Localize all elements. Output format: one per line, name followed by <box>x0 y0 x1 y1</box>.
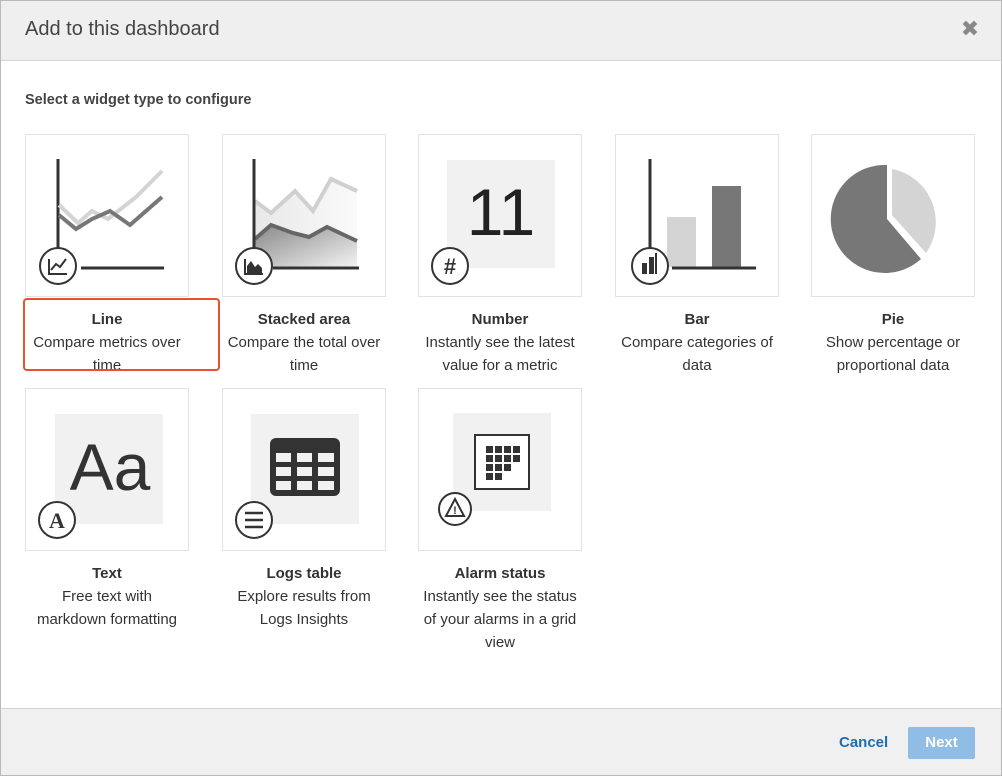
widget-description: Compare categories of data <box>621 334 773 374</box>
widget-type-prompt: Select a widget type to configure <box>25 92 252 108</box>
widget-label-bar[interactable]: Bar Compare categories of data <box>597 308 797 377</box>
widget-label-number[interactable]: Number Instantly see the latest value fo… <box>400 308 600 377</box>
widget-tile-logs-table[interactable] <box>222 388 386 551</box>
widget-description: Free text with markdown formatting <box>36 588 178 628</box>
cancel-button[interactable]: Cancel <box>839 734 888 751</box>
number-preview: 11 # <box>431 160 555 285</box>
pie-chart-preview <box>830 164 936 273</box>
alarm-status-preview: ! <box>438 413 551 526</box>
widget-label-alarm-status[interactable]: Alarm status Instantly see the status of… <box>400 562 600 654</box>
widget-tile-pie[interactable] <box>811 134 975 297</box>
widget-name: Bar <box>684 311 710 328</box>
widget-tile-alarm-status[interactable]: ! <box>418 388 582 551</box>
dialog-title: Add to this dashboard <box>25 18 220 40</box>
line-chart-preview <box>39 159 164 285</box>
hash-icon: # <box>444 254 456 279</box>
number-preview-text: 11 <box>467 175 536 249</box>
text-preview: Aa A <box>38 414 163 539</box>
add-widget-dialog: Add to this dashboard ✖ Select a widget … <box>0 0 1002 776</box>
widget-description: Explore results from Logs Insights <box>237 588 371 628</box>
logs-table-preview <box>235 414 359 539</box>
widget-description: Compare the total over time <box>227 334 381 374</box>
widget-name: Number <box>471 311 529 328</box>
text-preview-text: Aa <box>70 430 151 504</box>
widget-description: Compare metrics over time <box>33 334 181 374</box>
widget-tile-number[interactable]: 11 # <box>418 134 582 297</box>
widget-tile-text[interactable]: Aa A <box>25 388 189 551</box>
text-icon: A <box>49 508 65 533</box>
widget-label-logs-table[interactable]: Logs table Explore results from Logs Ins… <box>204 562 404 631</box>
widget-tile-stacked-area[interactable] <box>222 134 386 297</box>
widget-label-line[interactable]: Line Compare metrics over time <box>7 308 207 377</box>
widget-name: Text <box>92 565 122 582</box>
widget-label-stacked-area[interactable]: Stacked area Compare the total over time <box>204 308 404 377</box>
widget-name: Line <box>91 311 123 328</box>
widget-name: Stacked area <box>257 311 351 328</box>
widget-description: Show percentage or proportional data <box>825 334 961 374</box>
widget-name: Pie <box>881 311 905 328</box>
widget-description: Instantly see the latest value for a met… <box>425 334 575 374</box>
widget-name: Alarm status <box>454 565 546 582</box>
bar-chart-preview <box>631 159 756 285</box>
dialog-footer: Cancel Next <box>1 708 1001 775</box>
widget-label-pie[interactable]: Pie Show percentage or proportional data <box>793 308 993 377</box>
widget-description: Instantly see the status of your alarms … <box>423 588 577 651</box>
widget-name: Logs table <box>266 565 342 582</box>
next-button[interactable]: Next <box>908 727 975 759</box>
close-icon[interactable]: ✖ <box>959 17 981 41</box>
widget-tile-bar[interactable] <box>615 134 779 297</box>
widget-tile-line[interactable] <box>25 134 189 297</box>
stacked-area-preview <box>235 159 359 285</box>
svg-text:!: ! <box>453 505 457 517</box>
dialog-header: Add to this dashboard ✖ <box>1 1 1001 61</box>
widget-label-text[interactable]: Text Free text with markdown formatting <box>7 562 207 631</box>
